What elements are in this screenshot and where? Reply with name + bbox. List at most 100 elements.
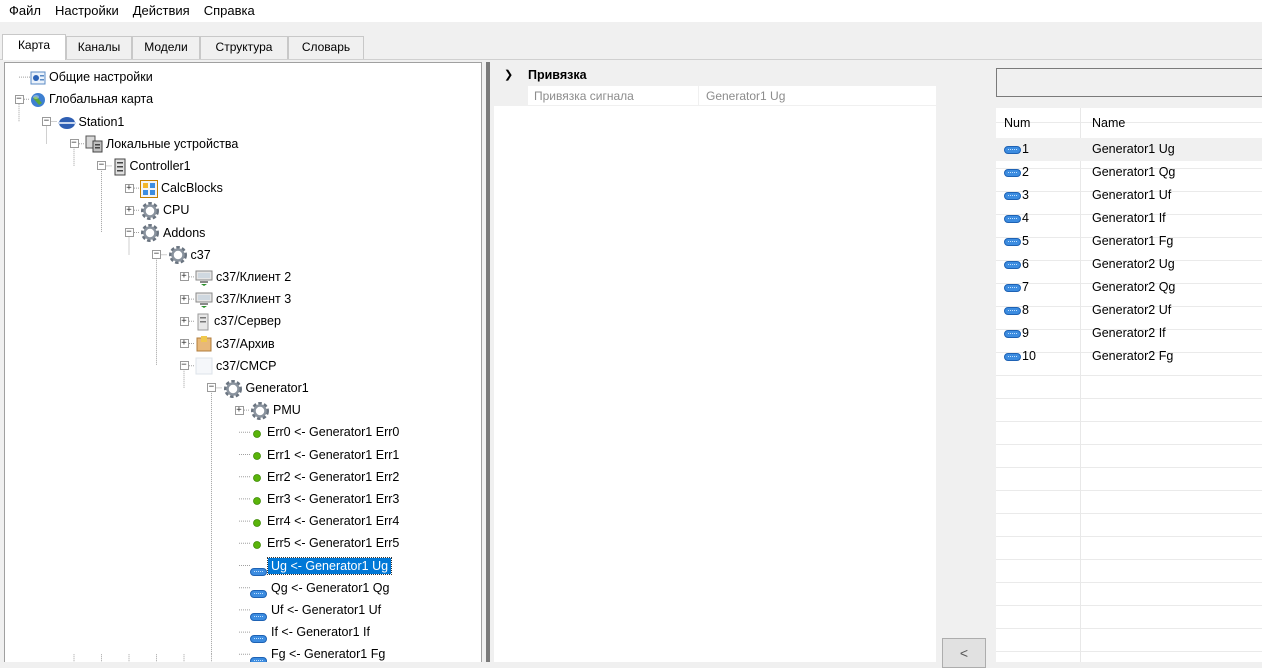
collapse-toggle-icon[interactable]: − [124, 228, 134, 237]
tree-item-label: Err2 <- Generator1 Err2 [267, 469, 400, 484]
tree-item[interactable]: Station1 [57, 111, 128, 133]
collapse-toggle-icon[interactable]: − [69, 139, 79, 149]
channel-icon [250, 650, 268, 662]
globe-icon [30, 92, 46, 108]
tree-item[interactable]: Ug <- Generator1 Ug [250, 555, 393, 577]
grid-row[interactable]: 4 Generator1 If [996, 207, 1262, 230]
tree-item[interactable]: c37/Сервер [195, 310, 284, 332]
station-icon [57, 115, 76, 130]
grid-cell-num: 7 [1022, 280, 1029, 294]
splitter[interactable] [483, 62, 493, 662]
collapse-toggle-icon[interactable]: − [179, 361, 189, 371]
expand-toggle-icon[interactable]: + [179, 316, 189, 326]
menu-help[interactable]: Справка [197, 0, 262, 22]
tree-item[interactable]: Fg <- Generator1 Fg [250, 643, 388, 662]
green-dot-icon [250, 493, 264, 507]
tree-item[interactable]: Err4 <- Generator1 Err4 [250, 510, 402, 532]
tree-item[interactable]: c37/Архив [195, 333, 278, 355]
assign-button[interactable]: < [942, 638, 986, 668]
expand-toggle-icon[interactable]: + [179, 272, 189, 282]
tab-channels[interactable]: Каналы [66, 36, 132, 59]
grid-cell-name: Generator1 If [1092, 211, 1166, 225]
tree-item[interactable]: Qg <- Generator1 Qg [250, 577, 392, 599]
tree-item[interactable]: c37/CMCP [195, 355, 279, 377]
collapse-toggle-icon[interactable]: − [207, 383, 216, 393]
grid-row[interactable]: 1 Generator1 Ug [996, 138, 1262, 161]
expand-toggle-icon[interactable]: + [179, 339, 189, 348]
tree-item-label: CalcBlocks [161, 181, 223, 196]
channel-icon [1004, 237, 1021, 246]
tree-item[interactable]: Err5 <- Generator1 Err5 [250, 532, 402, 554]
tree-item[interactable]: Uf <- Generator1 Uf [250, 599, 384, 621]
expand-toggle-icon[interactable]: + [234, 405, 244, 415]
tree-item-label: c37/Сервер [214, 314, 281, 329]
tree-item-label: Qg <- Generator1 Qg [271, 580, 390, 595]
expand-toggle-icon[interactable]: + [179, 294, 189, 304]
grid-cell-num: 1 [1022, 142, 1029, 156]
tree-item[interactable]: Controller1 [113, 155, 194, 177]
server-icon [195, 313, 211, 331]
tree-item[interactable]: If <- Generator1 If [250, 621, 373, 643]
chevron-down-icon[interactable]: ❯ [504, 64, 513, 86]
menu-settings[interactable]: Настройки [48, 0, 126, 22]
tree-item-label: Controller1 [129, 158, 191, 173]
green-dot-icon [250, 426, 264, 440]
tree-item[interactable]: Err2 <- Generator1 Err2 [250, 466, 402, 488]
grid-row[interactable]: 8 Generator2 Uf [996, 299, 1262, 322]
tree-item[interactable]: Generator1 [223, 377, 312, 399]
tab-models[interactable]: Модели [132, 36, 200, 59]
tree-item[interactable]: Err1 <- Generator1 Err1 [250, 444, 402, 466]
grid-row[interactable]: 9 Generator2 If [996, 322, 1262, 345]
menu-file[interactable]: Файл [2, 0, 48, 22]
tree-item[interactable]: CalcBlocks [140, 177, 226, 199]
grid-cell-name: Generator1 Uf [1092, 188, 1172, 202]
channel-icon [1004, 191, 1021, 200]
menu-actions[interactable]: Действия [126, 0, 197, 22]
grid-row[interactable]: 5 Generator1 Fg [996, 230, 1262, 253]
collapse-toggle-icon[interactable]: − [42, 117, 51, 126]
tree-item-label: c37 [190, 247, 211, 262]
tree-item[interactable]: c37/Клиент 3 [195, 288, 294, 310]
tab-dictionary[interactable]: Словарь [288, 36, 364, 59]
filter-input[interactable] [996, 68, 1262, 97]
tree-item[interactable]: Локальные устройства [85, 133, 241, 155]
grid-row[interactable]: 6 Generator2 Ug [996, 253, 1262, 276]
channel-icon [250, 561, 268, 577]
tree-panel[interactable]: Общие настройки − Глобальная карта − Station… [4, 62, 482, 662]
tree-item[interactable]: Общие настройки [30, 66, 156, 88]
calcblocks-icon [140, 179, 158, 198]
tab-structure[interactable]: Структура [200, 36, 288, 59]
green-dot-icon [250, 537, 264, 551]
channel-icon [250, 606, 268, 621]
menu-bar: Файл Настройки Действия Справка [0, 0, 1262, 22]
tree-item[interactable]: CPU [140, 199, 192, 221]
column-header-name[interactable]: Name [1092, 108, 1125, 138]
grid-cell-num: 8 [1022, 303, 1029, 317]
grid-row[interactable]: 3 Generator1 Uf [996, 184, 1262, 207]
property-category[interactable]: ❯ Привязка [494, 64, 936, 86]
tree-item[interactable]: c37/Клиент 2 [195, 266, 294, 288]
collapse-toggle-icon[interactable]: − [152, 250, 161, 260]
tree-item[interactable]: c37 [168, 244, 214, 266]
grid-row[interactable]: 7 Generator2 Qg [996, 276, 1262, 299]
tree-item[interactable]: Глобальная карта [30, 88, 156, 110]
column-header-num[interactable]: Num [1004, 108, 1030, 138]
grid-cell-num: 3 [1022, 188, 1029, 202]
grid-row[interactable]: 10 Generator2 Fg [996, 345, 1262, 368]
tree-item[interactable]: Err3 <- Generator1 Err3 [250, 488, 402, 510]
expand-toggle-icon[interactable]: + [124, 183, 134, 193]
tree-item-label: Generator1 [245, 380, 309, 395]
expand-toggle-icon[interactable]: + [124, 205, 134, 215]
collapse-toggle-icon[interactable]: − [97, 161, 106, 171]
property-value[interactable]: Generator1 Ug [706, 89, 785, 103]
tab-map[interactable]: Карта [2, 34, 66, 60]
settings-icon [30, 70, 46, 86]
grid-cell-name: Generator1 Fg [1092, 234, 1174, 248]
collapse-toggle-icon[interactable]: − [14, 94, 24, 104]
tree-item[interactable]: Err0 <- Generator1 Err0 [250, 421, 402, 443]
tree-item-label: Локальные устройства [106, 136, 239, 151]
tree-item[interactable]: Addons [140, 222, 208, 244]
tree-item[interactable]: PMU [250, 399, 304, 421]
property-row[interactable]: Привязка сигнала Generator1 Ug [494, 86, 936, 106]
grid-row[interactable]: 2 Generator1 Qg [996, 161, 1262, 184]
